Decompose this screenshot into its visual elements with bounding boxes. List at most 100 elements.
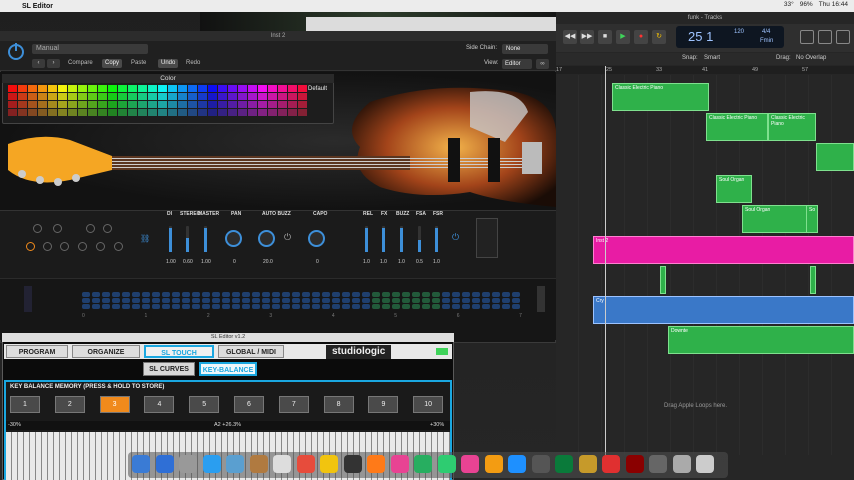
- color-swatch[interactable]: [248, 85, 257, 92]
- mode-button[interactable]: [86, 224, 95, 233]
- color-swatch[interactable]: [168, 101, 177, 108]
- color-swatch[interactable]: [228, 93, 237, 100]
- color-swatch[interactable]: [248, 101, 257, 108]
- fret-dot[interactable]: [312, 298, 320, 303]
- dock-app-icon[interactable]: [602, 455, 620, 473]
- link-icon[interactable]: ∞: [536, 59, 549, 69]
- fret-dot[interactable]: [242, 292, 250, 297]
- color-swatch[interactable]: [118, 93, 127, 100]
- color-swatch[interactable]: [218, 93, 227, 100]
- dock-app-icon[interactable]: [367, 455, 385, 473]
- color-swatch[interactable]: [8, 85, 17, 92]
- color-swatch[interactable]: [38, 85, 47, 92]
- pan-knob[interactable]: [225, 230, 242, 247]
- fret-dot[interactable]: [222, 292, 230, 297]
- fret-dot[interactable]: [192, 292, 200, 297]
- fret-dot[interactable]: [222, 304, 230, 309]
- color-swatch[interactable]: [198, 101, 207, 108]
- color-swatch[interactable]: [58, 93, 67, 100]
- color-swatch[interactable]: [98, 109, 107, 116]
- color-swatch[interactable]: [18, 85, 27, 92]
- next-preset-button[interactable]: ›: [47, 59, 60, 68]
- fret-dot[interactable]: [452, 292, 460, 297]
- fret-dot[interactable]: [472, 304, 480, 309]
- fret-dot[interactable]: [112, 292, 120, 297]
- color-swatch[interactable]: [48, 93, 57, 100]
- fret-dot[interactable]: [472, 292, 480, 297]
- fret-dot[interactable]: [452, 304, 460, 309]
- color-swatch[interactable]: [298, 93, 307, 100]
- fret-dot[interactable]: [422, 292, 430, 297]
- fret-dot[interactable]: [392, 298, 400, 303]
- color-swatch[interactable]: [138, 93, 147, 100]
- fret-dot[interactable]: [482, 298, 490, 303]
- fret-dot[interactable]: [402, 298, 410, 303]
- fret-dot[interactable]: [282, 304, 290, 309]
- color-swatch[interactable]: [88, 93, 97, 100]
- fret-dot[interactable]: [512, 292, 520, 297]
- color-swatch[interactable]: [108, 109, 117, 116]
- color-swatch[interactable]: [18, 109, 27, 116]
- fret-dot[interactable]: [502, 292, 510, 297]
- mode-button[interactable]: [114, 242, 123, 251]
- color-swatch[interactable]: [78, 109, 87, 116]
- color-swatch[interactable]: [38, 101, 47, 108]
- fret-dot[interactable]: [162, 304, 170, 309]
- fret-dot[interactable]: [102, 292, 110, 297]
- fret-dot[interactable]: [132, 298, 140, 303]
- dock-app-icon[interactable]: [320, 455, 338, 473]
- mode-button[interactable]: [103, 224, 112, 233]
- midi-region[interactable]: Classic Electric Piano: [706, 113, 768, 141]
- drag-select[interactable]: No Overlap: [796, 55, 826, 61]
- dock-app-icon[interactable]: [414, 455, 432, 473]
- fret-dot[interactable]: [372, 298, 380, 303]
- fret-dot[interactable]: [132, 304, 140, 309]
- dock-app-icon[interactable]: [578, 455, 597, 473]
- memory-button[interactable]: 7: [278, 396, 309, 413]
- dock-app-icon[interactable]: [625, 455, 644, 473]
- color-swatch[interactable]: [138, 109, 147, 116]
- fret-dot[interactable]: [82, 292, 90, 297]
- color-swatch[interactable]: [78, 93, 87, 100]
- playhead[interactable]: [605, 66, 606, 456]
- dock-app-icon[interactable]: [249, 455, 268, 473]
- fret-dot[interactable]: [342, 292, 350, 297]
- fret-dot[interactable]: [482, 304, 490, 309]
- forward-button[interactable]: ▶▶: [580, 30, 594, 44]
- color-swatch[interactable]: [268, 109, 277, 116]
- fret-dot-grid[interactable]: [82, 292, 520, 309]
- fret-dot[interactable]: [152, 292, 160, 297]
- color-swatch[interactable]: [88, 109, 97, 116]
- midi-region[interactable]: [810, 266, 816, 294]
- fret-dot[interactable]: [502, 304, 510, 309]
- color-swatch[interactable]: [178, 85, 187, 92]
- fsa-fader[interactable]: [418, 226, 421, 252]
- midi-region[interactable]: [816, 143, 854, 171]
- color-swatch[interactable]: [28, 101, 37, 108]
- color-swatch[interactable]: [98, 101, 107, 108]
- fret-dot[interactable]: [182, 298, 190, 303]
- fret-dot[interactable]: [172, 304, 180, 309]
- subtab-sl-curves[interactable]: SL CURVES: [143, 362, 195, 376]
- tab-program[interactable]: PROGRAM: [6, 345, 68, 358]
- color-swatch[interactable]: [268, 93, 277, 100]
- memory-button[interactable]: 8: [323, 396, 354, 413]
- dock-app-icon[interactable]: [202, 455, 221, 473]
- color-swatch[interactable]: [108, 85, 117, 92]
- play-button[interactable]: ▶: [616, 30, 630, 44]
- fret-dot[interactable]: [372, 304, 380, 309]
- color-swatch[interactable]: [168, 109, 177, 116]
- fret-dot[interactable]: [302, 304, 310, 309]
- fret-dot[interactable]: [382, 292, 390, 297]
- fret-dot[interactable]: [282, 292, 290, 297]
- mode-button[interactable]: [78, 242, 87, 251]
- tab-organize[interactable]: ORGANIZE: [72, 345, 140, 358]
- fret-dot[interactable]: [262, 292, 270, 297]
- view-select[interactable]: Editor: [502, 59, 532, 69]
- fret-dot[interactable]: [212, 304, 220, 309]
- fret-dot[interactable]: [142, 298, 150, 303]
- fret-dot[interactable]: [222, 298, 230, 303]
- copy-button[interactable]: Copy: [102, 59, 123, 68]
- fret-dot[interactable]: [292, 304, 300, 309]
- color-swatch[interactable]: [178, 101, 187, 108]
